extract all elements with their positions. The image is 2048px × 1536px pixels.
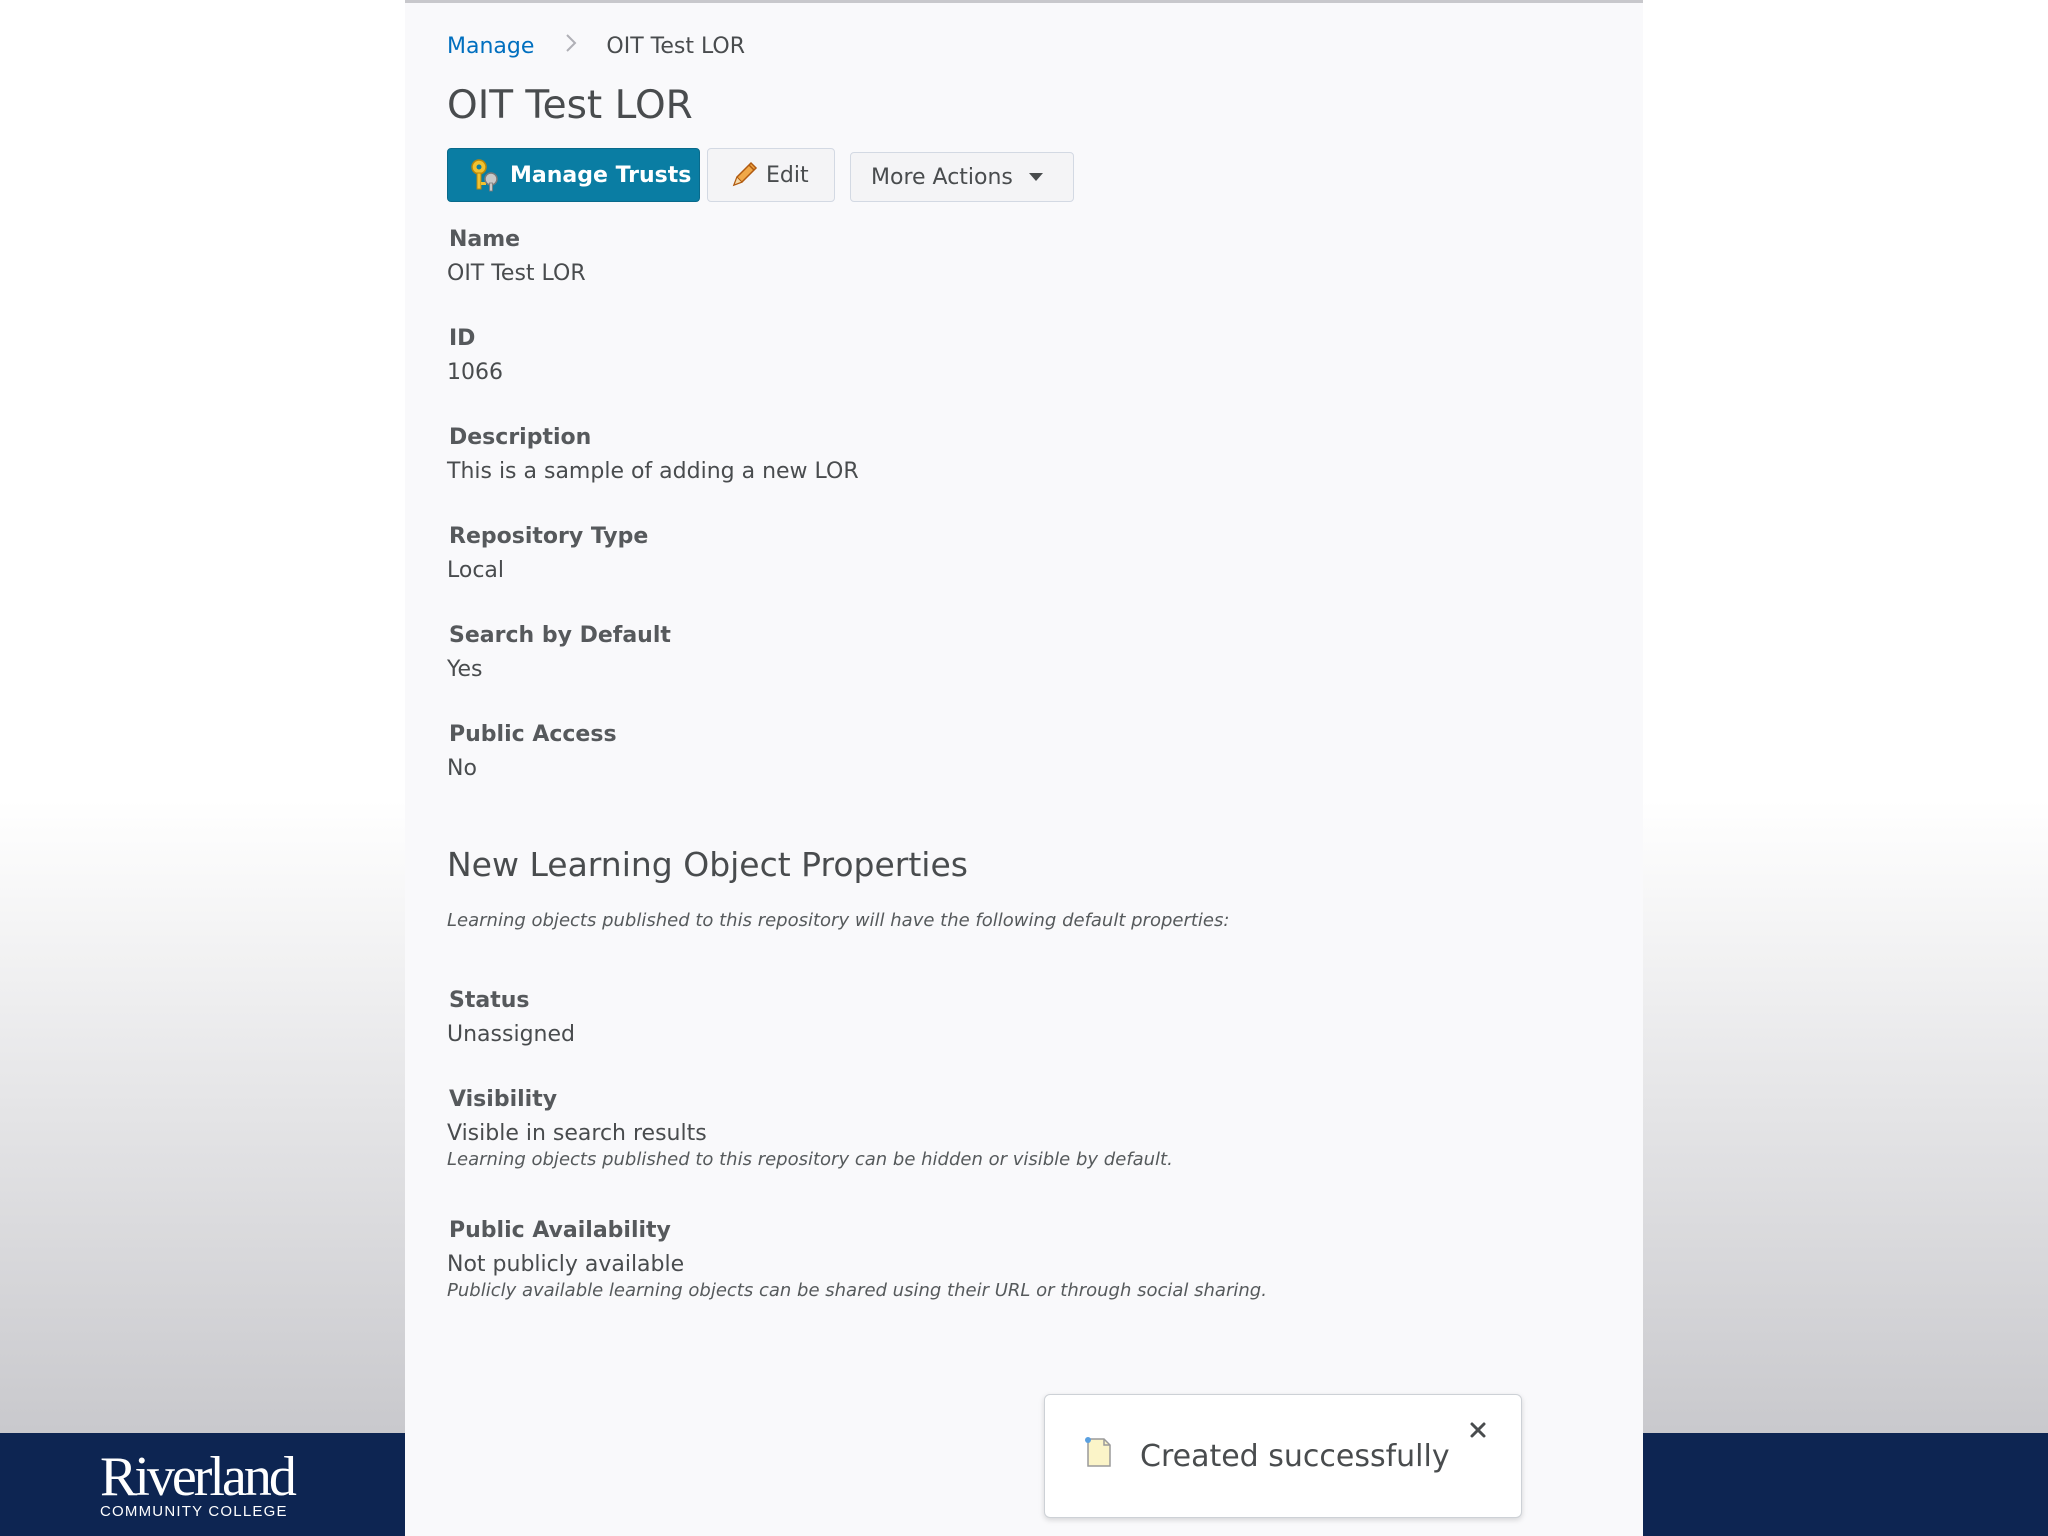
logo-subtitle: COMMUNITY COLLEGE [100,1503,288,1520]
breadcrumb: Manage OIT Test LOR [447,33,745,59]
field-search-by-default: Search by Default Yes [447,621,1597,685]
riverland-logo: Riverland COMMUNITY COLLEGE [100,1449,310,1520]
toast-message: Created successfully [1140,1439,1450,1474]
field-label: Name [449,227,521,252]
caret-down-icon [1028,173,1043,181]
pencil-icon [732,161,758,187]
field-repository-type: Repository Type Local [447,522,1597,586]
page-title: OIT Test LOR [447,83,693,128]
field-status: Status Unassigned [447,986,1597,1050]
field-public-availability: Public Availability Not publicly availab… [447,1216,1597,1302]
field-label: Public Access [449,722,617,747]
field-help-text: Learning objects published to this repos… [447,1149,1173,1170]
field-label: Visibility [449,1087,558,1112]
field-value: Visible in search results [447,1121,707,1146]
manage-trusts-button[interactable]: Manage Trusts [447,148,700,202]
main-panel: Manage OIT Test LOR OIT Test LOR Manage … [405,0,1643,1536]
properties-section-title: New Learning Object Properties [447,845,968,884]
field-visibility: Visibility Visible in search results Lea… [447,1085,1597,1171]
edit-button[interactable]: Edit [707,148,835,202]
field-label: Search by Default [449,623,671,648]
edit-label: Edit [766,162,809,188]
document-icon [1085,1437,1111,1467]
field-label: Repository Type [449,524,649,549]
success-toast: Created successfully [1044,1394,1522,1518]
field-value: Not publicly available [447,1252,685,1277]
field-value: 1066 [447,360,503,385]
more-actions-button[interactable]: More Actions [850,152,1074,202]
field-label: Status [449,988,530,1013]
breadcrumb-manage-link[interactable]: Manage [447,34,534,59]
keys-icon [471,159,498,192]
field-value: Local [447,558,505,583]
close-icon[interactable] [1465,1417,1491,1443]
breadcrumb-current: OIT Test LOR [606,34,746,59]
field-value: Unassigned [447,1022,575,1047]
field-value: Yes [447,657,483,682]
field-value: OIT Test LOR [447,261,586,286]
field-value: This is a sample of adding a new LOR [447,459,859,484]
field-value: No [447,756,477,781]
field-id: ID 1066 [447,324,1597,388]
chevron-right-icon [565,33,577,59]
field-description: Description This is a sample of adding a… [447,423,1597,487]
field-name: Name OIT Test LOR [447,225,1597,289]
field-help-text: Publicly available learning objects can … [447,1280,1267,1301]
field-label: ID [449,326,476,351]
more-actions-label: More Actions [871,164,1013,190]
field-label: Public Availability [449,1218,671,1243]
properties-section-intro: Learning objects published to this repos… [447,910,1230,931]
field-label: Description [449,425,592,450]
manage-trusts-label: Manage Trusts [510,162,692,188]
logo-wordmark: Riverland [100,1446,297,1508]
field-public-access: Public Access No [447,720,1597,784]
